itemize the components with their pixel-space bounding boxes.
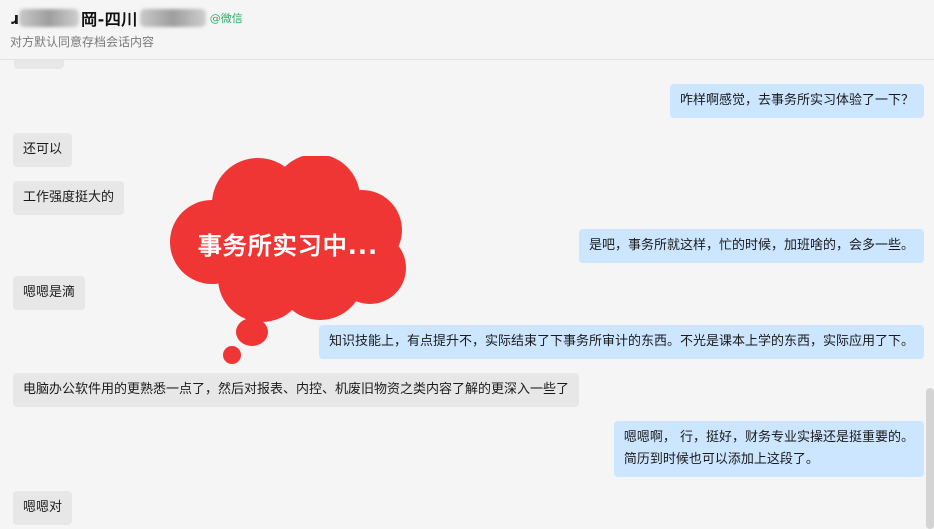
redacted-name-part <box>19 9 80 27</box>
chat-header: ɹ 岡-四川 @微信 对方默认同意存档会话内容 <box>0 0 934 60</box>
partial-message-bubble <box>14 60 64 69</box>
contact-title[interactable]: ɹ 岡-四川 @微信 <box>10 6 243 30</box>
wechat-tag: @微信 <box>209 12 243 25</box>
message-bubble-left[interactable]: 电脑办公软件用的更熟悉一点了，然后对报表、内控、机废旧物资之类内容了解的更深入一… <box>13 373 580 407</box>
message-bubble-left[interactable]: 工作强度挺大的 <box>13 181 125 215</box>
contact-name-prefix: ɹ <box>10 8 20 28</box>
message-bubble-right[interactable]: 咋样啊感觉，去事务所实习体验了一下？ <box>669 84 924 118</box>
contact-name: 岡-四川 <box>81 10 138 29</box>
message-line: 嗯嗯啊， 行，挺好，财务专业实操还是挺重要的。 <box>623 430 914 445</box>
thought-cloud-overlay: 事务所实习中... <box>166 154 410 368</box>
message-line: 简历到时候也可以添加上这段了。 <box>623 452 819 467</box>
message-bubble-right[interactable]: 嗯嗯啊， 行，挺好，财务专业实操还是挺重要的。 简历到时候也可以添加上这段了。 <box>613 421 924 477</box>
message-list[interactable]: 咋样啊感觉，去事务所实习体验了一下？ 还可以 工作强度挺大的 是吧，事务所就这样… <box>0 60 934 529</box>
message-bubble-right[interactable]: 是吧，事务所就这样，忙的时候，加班啥的，会多一些。 <box>578 229 924 263</box>
thought-cloud-icon <box>170 154 406 364</box>
message-bubble-left[interactable]: 还可以 <box>13 133 73 167</box>
archive-notice: 对方默认同意存档会话内容 <box>10 35 155 49</box>
overlay-caption: 事务所实习中... <box>197 232 379 260</box>
scrollbar[interactable] <box>926 388 934 529</box>
redacted-name-part <box>139 9 206 27</box>
message-bubble-left[interactable]: 嗯嗯对 <box>13 491 73 525</box>
message-bubble-left[interactable]: 嗯嗯是滴 <box>13 276 86 310</box>
